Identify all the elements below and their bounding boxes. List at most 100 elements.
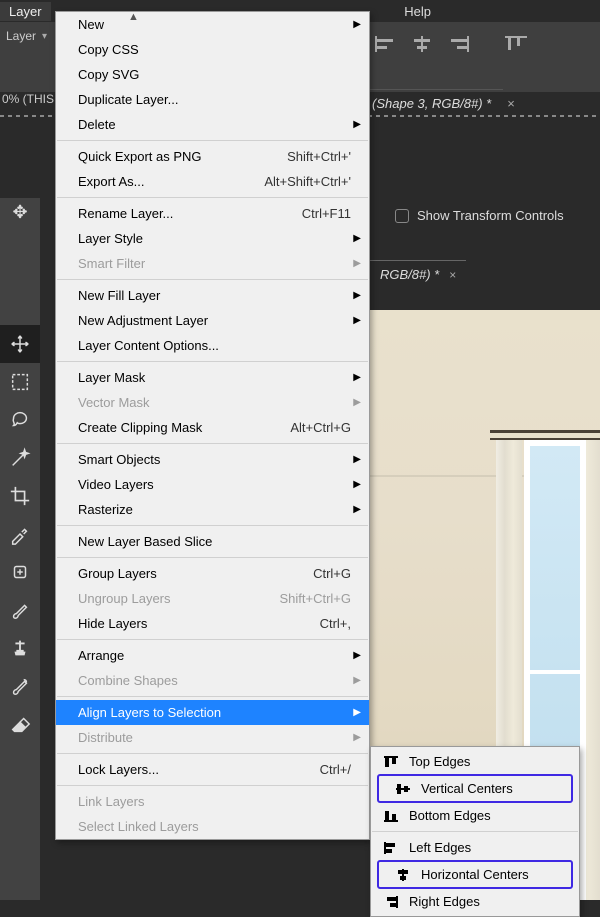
- submenu-arrow-icon: ▶: [353, 290, 361, 301]
- menu-item-smart-objects[interactable]: Smart Objects▶: [56, 447, 369, 472]
- align-right-edges-icon: [381, 896, 401, 908]
- menu-item-label: New Layer Based Slice: [78, 534, 361, 549]
- document-tab-1[interactable]: (Shape 3, RGB/8#) *: [360, 89, 503, 117]
- eraser-tool[interactable]: [0, 705, 40, 743]
- align-top-edges-icon: [381, 756, 401, 768]
- menu-item-distribute: Distribute▶: [56, 725, 369, 750]
- tools-panel: ✥: [0, 198, 40, 900]
- menu-item-layer-style[interactable]: Layer Style▶: [56, 226, 369, 251]
- align-left-icon[interactable]: [375, 36, 399, 52]
- layer-menu-dropdown: ▲ New▶Copy CSSCopy SVGDuplicate Layer...…: [55, 11, 370, 840]
- submenu-arrow-icon: ▶: [353, 650, 361, 661]
- menu-item-label: Lock Layers...: [78, 762, 320, 777]
- document-tab-2[interactable]: RGB/8#) * ×: [370, 260, 466, 288]
- submenu-item-label: Bottom Edges: [409, 808, 491, 823]
- align-right-edges[interactable]: Right Edges: [371, 889, 579, 914]
- menu-separator: [57, 361, 368, 362]
- submenu-arrow-icon: ▶: [353, 372, 361, 383]
- menu-item-shortcut: Shift+Ctrl+G: [279, 591, 361, 606]
- menu-item-rename-layer[interactable]: Rename Layer...Ctrl+F11: [56, 201, 369, 226]
- menu-item-label: Export As...: [78, 174, 264, 189]
- align-submenu: Top Edges Vertical Centers Bottom Edges Lef…: [370, 746, 580, 917]
- menu-item-quick-export-as-png[interactable]: Quick Export as PNGShift+Ctrl+': [56, 144, 369, 169]
- align-left-edges[interactable]: Left Edges: [371, 835, 579, 860]
- crop-tool[interactable]: [0, 477, 40, 515]
- chevron-down-icon[interactable]: ▾: [42, 31, 47, 42]
- menu-item-label: Copy CSS: [78, 42, 361, 57]
- menu-item-layer-content-options[interactable]: Layer Content Options...: [56, 333, 369, 358]
- menu-item-shortcut: Ctrl+/: [320, 762, 361, 777]
- submenu-arrow-icon: ▶: [353, 504, 361, 515]
- lasso-tool[interactable]: [0, 401, 40, 439]
- submenu-arrow-icon: ▶: [353, 675, 361, 686]
- align-top-icon[interactable]: [505, 36, 529, 52]
- menu-separator: [57, 197, 368, 198]
- menu-item-export-as[interactable]: Export As...Alt+Shift+Ctrl+': [56, 169, 369, 194]
- submenu-arrow-icon: ▶: [353, 119, 361, 130]
- clone-stamp-tool[interactable]: [0, 629, 40, 667]
- move-tool[interactable]: [0, 325, 40, 363]
- menu-item-copy-css[interactable]: Copy CSS: [56, 37, 369, 62]
- align-toolbar-group: [375, 36, 529, 52]
- menu-item-arrange[interactable]: Arrange▶: [56, 643, 369, 668]
- menu-item-delete[interactable]: Delete▶: [56, 112, 369, 137]
- menu-item-lock-layers[interactable]: Lock Layers...Ctrl+/: [56, 757, 369, 782]
- move-tool-small[interactable]: ✥: [12, 202, 27, 223]
- menu-separator: [57, 785, 368, 786]
- align-vertical-centers[interactable]: Vertical Centers: [383, 776, 567, 801]
- eyedropper-tool[interactable]: [0, 515, 40, 553]
- menu-item-hide-layers[interactable]: Hide LayersCtrl+,: [56, 611, 369, 636]
- menu-item-label: Vector Mask: [78, 395, 361, 410]
- menu-separator: [57, 696, 368, 697]
- healing-brush-tool[interactable]: [0, 553, 40, 591]
- menu-item-label: Group Layers: [78, 566, 313, 581]
- menu-item-ungroup-layers: Ungroup LayersShift+Ctrl+G: [56, 586, 369, 611]
- align-right-icon[interactable]: [447, 36, 471, 52]
- menu-item-create-clipping-mask[interactable]: Create Clipping MaskAlt+Ctrl+G: [56, 415, 369, 440]
- menu-item-copy-svg[interactable]: Copy SVG: [56, 62, 369, 87]
- menu-separator: [57, 639, 368, 640]
- magic-wand-tool[interactable]: [0, 439, 40, 477]
- marquee-tool[interactable]: [0, 363, 40, 401]
- menu-item-label: Rasterize: [78, 502, 361, 517]
- menu-help[interactable]: Help: [395, 2, 440, 21]
- brush-tool[interactable]: [0, 591, 40, 629]
- menu-item-align-layers-to-selection[interactable]: Align Layers to Selection▶: [56, 700, 369, 725]
- menu-item-group-layers[interactable]: Group LayersCtrl+G: [56, 561, 369, 586]
- menu-separator: [57, 140, 368, 141]
- align-bottom-edges[interactable]: Bottom Edges: [371, 803, 579, 828]
- menu-item-new-fill-layer[interactable]: New Fill Layer▶: [56, 283, 369, 308]
- menu-item-duplicate-layer[interactable]: Duplicate Layer...: [56, 87, 369, 112]
- document-tabs: (Shape 3, RGB/8#) * ×: [360, 85, 600, 121]
- align-horizontal-centers[interactable]: Horizontal Centers: [383, 862, 567, 887]
- layer-preset-label: Layer: [6, 29, 36, 43]
- menu-item-new[interactable]: New▶: [56, 12, 369, 37]
- menu-item-rasterize[interactable]: Rasterize▶: [56, 497, 369, 522]
- menu-item-label: Quick Export as PNG: [78, 149, 287, 164]
- menu-item-label: Hide Layers: [78, 616, 320, 631]
- menu-item-vector-mask: Vector Mask▶: [56, 390, 369, 415]
- history-brush-tool[interactable]: [0, 667, 40, 705]
- submenu-arrow-icon: ▶: [353, 454, 361, 465]
- menu-item-new-adjustment-layer[interactable]: New Adjustment Layer▶: [56, 308, 369, 333]
- checkbox-icon[interactable]: [395, 209, 409, 223]
- close-document-icon[interactable]: ×: [449, 268, 456, 282]
- menu-separator: [57, 443, 368, 444]
- submenu-item-label: Vertical Centers: [421, 781, 513, 796]
- menu-item-link-layers: Link Layers: [56, 789, 369, 814]
- align-vertical-centers-highlight: Vertical Centers: [377, 774, 573, 803]
- menu-item-layer-mask[interactable]: Layer Mask▶: [56, 365, 369, 390]
- menu-item-label: Layer Style: [78, 231, 361, 246]
- submenu-arrow-icon: ▶: [353, 233, 361, 244]
- align-top-edges[interactable]: Top Edges: [371, 749, 579, 774]
- menu-item-new-layer-based-slice[interactable]: New Layer Based Slice: [56, 529, 369, 554]
- menu-layer[interactable]: Layer: [0, 2, 51, 21]
- align-hcenter-icon[interactable]: [411, 36, 435, 52]
- submenu-item-label: Top Edges: [409, 754, 470, 769]
- menu-item-video-layers[interactable]: Video Layers▶: [56, 472, 369, 497]
- menu-separator: [57, 753, 368, 754]
- close-document-icon[interactable]: ×: [507, 96, 515, 111]
- menu-item-label: New Adjustment Layer: [78, 313, 361, 328]
- submenu-arrow-icon: ▶: [353, 707, 361, 718]
- show-transform-controls[interactable]: Show Transform Controls: [395, 208, 564, 223]
